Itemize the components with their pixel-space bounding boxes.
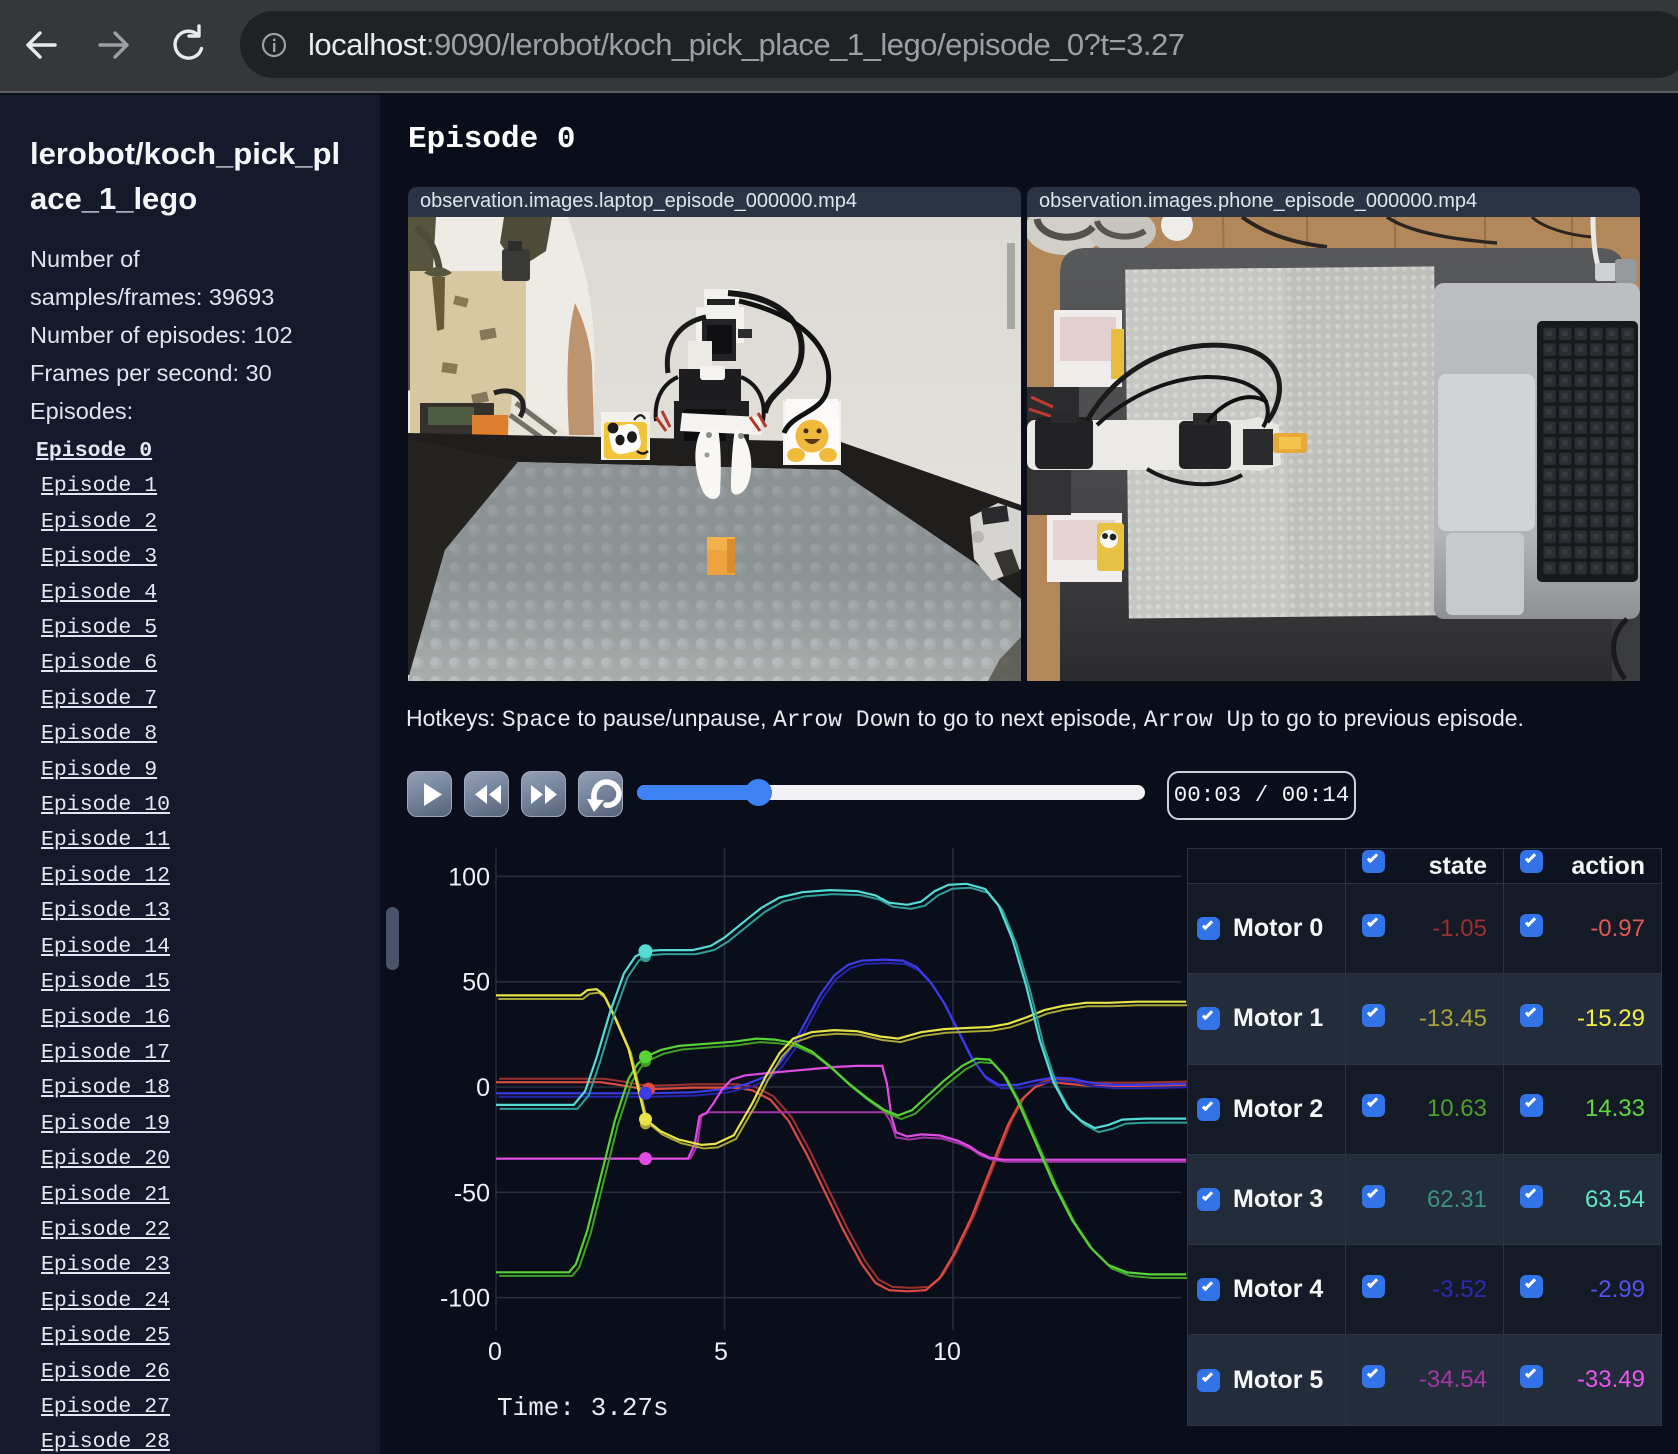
svg-text:10: 10 xyxy=(933,1338,961,1366)
svg-text:100: 100 xyxy=(448,863,490,891)
svg-text:-100: -100 xyxy=(440,1285,490,1313)
svg-text:0: 0 xyxy=(488,1338,502,1366)
svg-text:5: 5 xyxy=(714,1338,728,1366)
svg-text:-50: -50 xyxy=(454,1179,490,1207)
svg-text:0: 0 xyxy=(476,1074,490,1102)
svg-text:Time: 3.27s: Time: 3.27s xyxy=(497,1393,669,1423)
svg-text:50: 50 xyxy=(462,969,490,997)
